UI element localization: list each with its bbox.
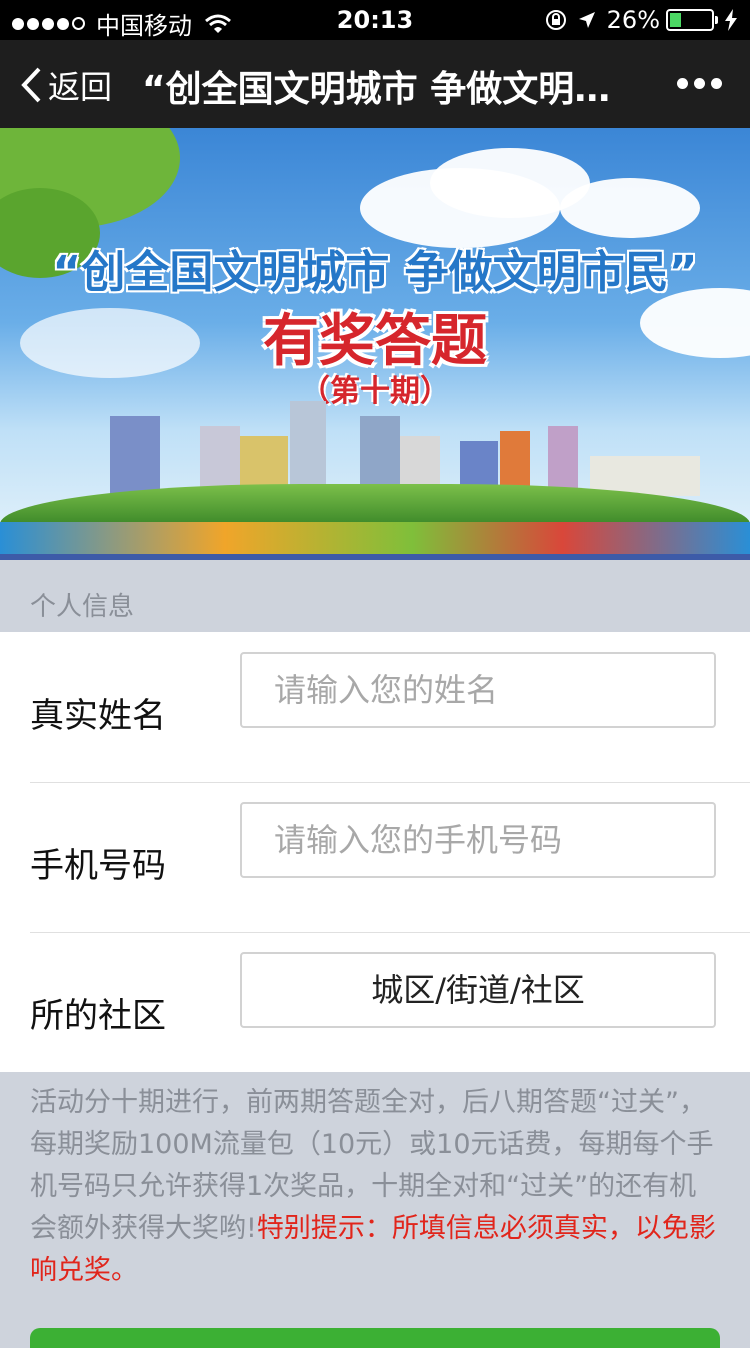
name-field-box [240,652,716,728]
section-label: 个人信息 [30,592,135,622]
notice-text: 活动分十期进行，前两期答题全对，后八期答题“过关”，每期奖励100M流量包（10… [30,1082,720,1292]
nav-bar: 返回 “创全国文明城市 争做文明市民”有奖答题 [0,40,750,128]
banner-issue: （第十期） [300,374,450,409]
chevron-left-icon [21,67,41,103]
status-right: 26% [545,6,738,34]
banner-subtitle: 有奖答题 [263,309,487,374]
phone-field-box [240,802,716,878]
more-button[interactable] [671,78,722,89]
back-button[interactable]: 返回 [20,62,112,108]
rotation-lock-icon [545,10,566,30]
phone-row: 手机号码 [30,782,750,933]
submit-button[interactable] [30,1328,720,1348]
building [290,401,326,496]
banner-stripe [0,522,750,560]
building [110,416,160,496]
status-bar: 中国移动 20:13 26% [0,0,750,40]
community-label: 所的社区 [30,996,166,1036]
more-dot [677,78,688,89]
battery-percent: 26% [606,6,660,34]
name-row: 真实姓名 [30,632,750,783]
name-label: 真实姓名 [30,696,166,736]
battery-icon [666,9,718,31]
location-icon [578,12,595,28]
back-label: 返回 [48,68,113,106]
community-row: 所的社区 城区/街道/社区 [30,932,750,1082]
personal-info-form: 真实姓名 手机号码 所的社区 城区/街道/社区 [0,632,750,1072]
more-dot [711,78,722,89]
banner-title: “创全国文明城市 争做文明市民” [52,247,698,298]
community-select[interactable]: 城区/街道/社区 [240,952,716,1028]
phone-label: 手机号码 [30,846,166,886]
charging-icon [725,9,737,31]
phone-input[interactable] [242,804,714,876]
page-title: “创全国文明城市 争做文明市民”有奖答题 [142,69,642,110]
more-dot [694,78,705,89]
banner-image: “创全国文明城市 争做文明市民” 有奖答题 （第十期） [0,128,750,560]
name-input[interactable] [242,654,714,726]
